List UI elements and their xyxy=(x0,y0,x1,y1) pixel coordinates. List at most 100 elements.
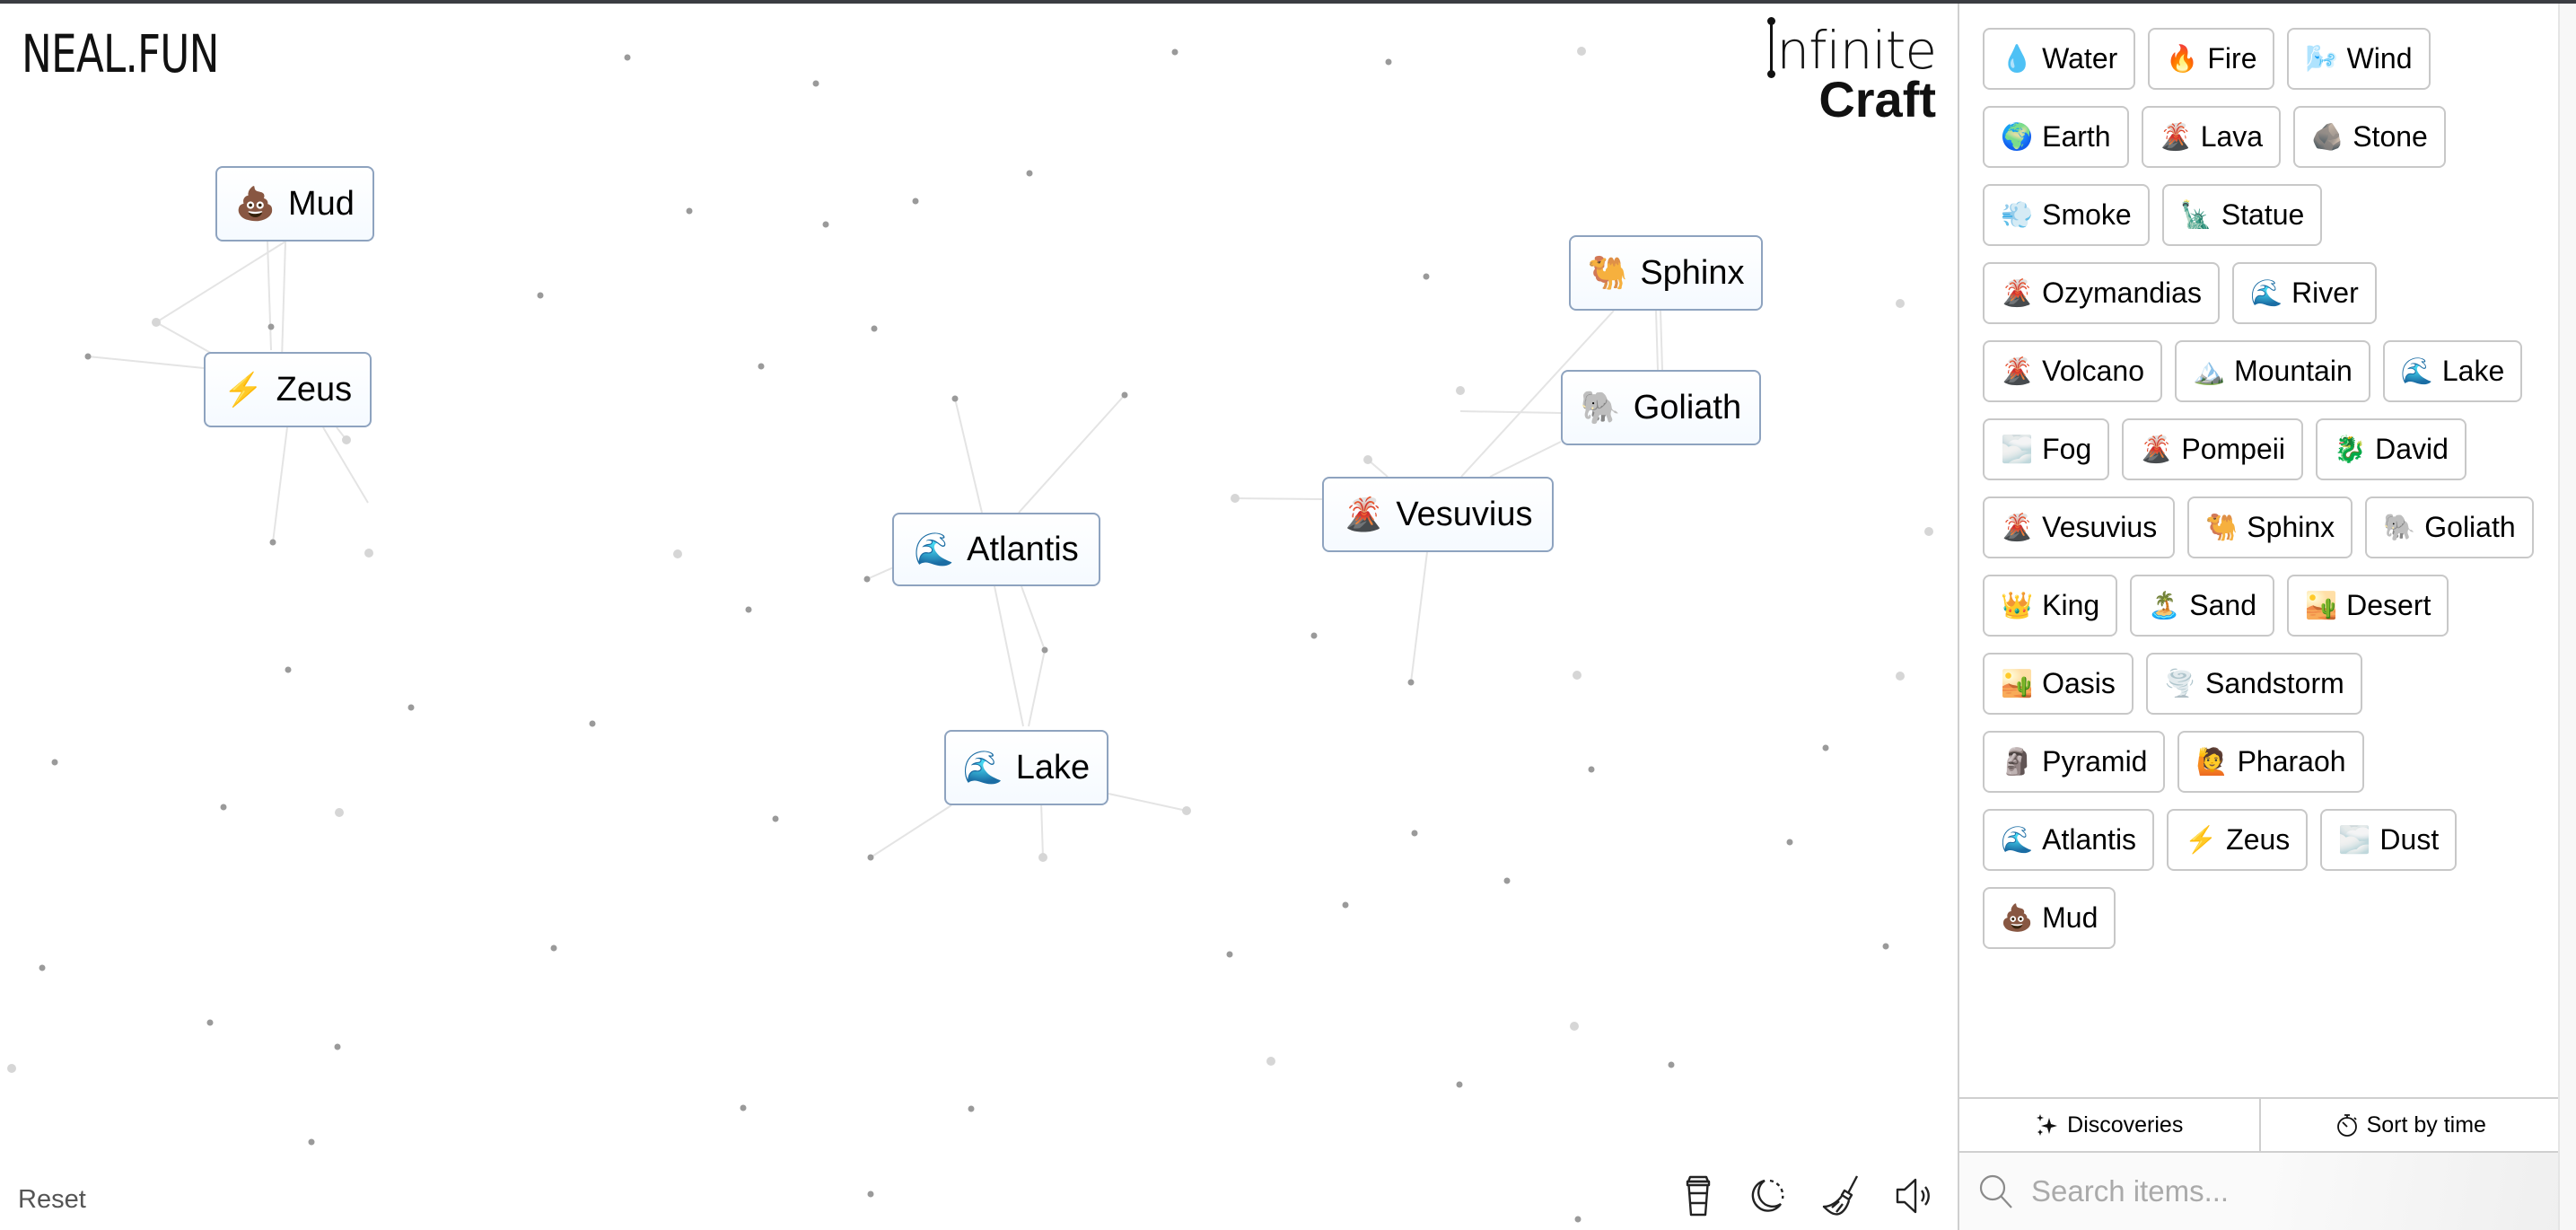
background-dot xyxy=(871,325,878,332)
connection-line xyxy=(1108,793,1187,812)
item-emoji-icon: 🐉 xyxy=(2333,435,2367,464)
background-dot xyxy=(1266,1057,1275,1066)
background-dot xyxy=(334,1043,341,1050)
tab-sort-by-time[interactable]: Sort by time xyxy=(2258,1099,2561,1151)
sidebar-item-desert[interactable]: 🏜️ Desert xyxy=(2287,575,2449,637)
item-label: Fire xyxy=(2207,42,2257,75)
item-label: Goliath xyxy=(2424,511,2516,543)
background-dot xyxy=(1577,47,1586,56)
sidebar-item-pyramid[interactable]: 🗿 Pyramid xyxy=(1983,731,2166,793)
sidebar-item-dust[interactable]: 🌫️ Dust xyxy=(2320,809,2458,871)
background-dot xyxy=(550,944,557,952)
sidebar-item-water[interactable]: 💧 Water xyxy=(1983,28,2136,90)
connection-line xyxy=(1489,441,1562,478)
canvas-item-zeus[interactable]: ⚡ Zeus xyxy=(204,352,372,427)
canvas-item-vesuvius[interactable]: 🌋 Vesuvius xyxy=(1322,477,1554,552)
scrollbar-track[interactable] xyxy=(2558,4,2576,1230)
sidebar-item-oasis[interactable]: 🏜️ Oasis xyxy=(1983,653,2134,715)
background-dot xyxy=(206,1019,214,1026)
stopwatch-icon xyxy=(2336,1114,2357,1137)
background-dot xyxy=(1411,830,1418,837)
wave-icon: 🌊 xyxy=(962,749,1003,786)
background-dot xyxy=(1456,1081,1463,1088)
sidebar-item-fog[interactable]: 🌫️ Fog xyxy=(1983,418,2110,480)
sidebar-item-sphinx[interactable]: 🐫 Sphinx xyxy=(2187,496,2353,558)
sidebar-item-stone[interactable]: 🪨 Stone xyxy=(2293,106,2446,168)
item-emoji-icon: 👑 xyxy=(2001,591,2034,620)
sparkles-icon xyxy=(2037,1114,2058,1136)
poop-icon: 💩 xyxy=(235,185,276,222)
sidebar-item-smoke[interactable]: 💨 Smoke xyxy=(1983,184,2150,246)
reset-button[interactable]: Reset xyxy=(18,1185,86,1215)
canvas-item-sphinx[interactable]: 🐫 Sphinx xyxy=(1569,235,1763,311)
sidebar-item-fire[interactable]: 🔥 Fire xyxy=(2148,28,2275,90)
item-emoji-icon: 🙋 xyxy=(2195,747,2229,777)
broom-icon xyxy=(1822,1175,1859,1216)
sidebar-item-goliath[interactable]: 🐘 Goliath xyxy=(2365,496,2534,558)
clear-canvas-button[interactable] xyxy=(1818,1167,1866,1225)
sidebar-item-pharaoh[interactable]: 🙋 Pharaoh xyxy=(2177,731,2364,793)
sidebar-item-vesuvius[interactable]: 🌋 Vesuvius xyxy=(1983,496,2176,558)
neal-fun-logo[interactable]: NEAL.FUN xyxy=(22,23,219,84)
canvas-item-goliath[interactable]: 🐘 Goliath xyxy=(1561,370,1761,445)
sidebar-item-sandstorm[interactable]: 🌪️ Sandstorm xyxy=(2145,653,2362,715)
sidebar-item-volcano[interactable]: 🌋 Volcano xyxy=(1983,340,2162,402)
search-input[interactable] xyxy=(2031,1174,2534,1208)
sidebar-item-sand[interactable]: 🏝️ Sand xyxy=(2130,575,2274,637)
item-emoji-icon: 🌋 xyxy=(2001,278,2034,308)
background-dot xyxy=(1503,877,1511,884)
item-emoji-icon: 🏜️ xyxy=(2001,669,2034,698)
coffee-button[interactable] xyxy=(1674,1167,1722,1225)
sidebar-item-statue[interactable]: 🗽 Statue xyxy=(2161,184,2323,246)
item-emoji-icon: 🌊 xyxy=(2400,356,2433,386)
item-emoji-icon: 🌋 xyxy=(2001,356,2034,386)
canvas-item-lake[interactable]: 🌊 Lake xyxy=(944,730,1108,805)
canvas-item-atlantis[interactable]: 🌊 Atlantis xyxy=(892,513,1100,586)
item-emoji-icon: 🌋 xyxy=(2001,513,2034,542)
background-dot xyxy=(1588,766,1595,773)
background-dot xyxy=(1786,839,1793,846)
background-dot xyxy=(51,759,58,766)
tab-label: Sort by time xyxy=(2366,1111,2486,1138)
dark-mode-button[interactable] xyxy=(1741,1167,1790,1225)
item-label: Water xyxy=(2042,42,2118,75)
canvas-item-label: Zeus xyxy=(276,370,353,409)
tab-discoveries[interactable]: Discoveries xyxy=(1959,1099,2259,1151)
background-dot xyxy=(308,1138,315,1146)
text-cursor-icon xyxy=(1767,17,1776,78)
connection-line xyxy=(267,241,272,351)
sidebar-item-mountain[interactable]: 🏔️ Mountain xyxy=(2174,340,2370,402)
background-dot xyxy=(740,1104,747,1111)
item-emoji-icon: 🔥 xyxy=(2166,44,2199,74)
background-dot xyxy=(1363,455,1372,464)
connection-line xyxy=(272,426,288,543)
sidebar-item-lake[interactable]: 🌊 Lake xyxy=(2382,340,2523,402)
item-label: Mountain xyxy=(2234,355,2353,387)
item-label: Ozymandias xyxy=(2042,277,2202,309)
item-label: Statue xyxy=(2221,198,2305,231)
sidebar-item-wind[interactable]: 🌬️ Wind xyxy=(2287,28,2431,90)
background-dot xyxy=(745,606,752,613)
sidebar-item-pompeii[interactable]: 🌋 Pompeii xyxy=(2122,418,2303,480)
sidebar-item-king[interactable]: 👑 King xyxy=(1983,575,2118,637)
canvas-item-label: Goliath xyxy=(1633,388,1742,426)
brand-line2: Craft xyxy=(1818,71,1936,127)
craft-canvas[interactable]: NEAL.FUN nfinite Craft 💩 Mud ⚡ Zeus 🌊 At… xyxy=(0,4,1958,1230)
sidebar-item-david[interactable]: 🐉 David xyxy=(2315,418,2466,480)
sidebar-item-lava[interactable]: 🌋 Lava xyxy=(2141,106,2282,168)
background-dot xyxy=(912,198,919,205)
sidebar-item-earth[interactable]: 🌍 Earth xyxy=(1983,106,2129,168)
sidebar-item-atlantis[interactable]: 🌊 Atlantis xyxy=(1983,809,2155,871)
sidebar-item-ozymandias[interactable]: 🌋 Ozymandias xyxy=(1983,262,2220,324)
background-dot xyxy=(1896,299,1905,308)
item-emoji-icon: 💩 xyxy=(2001,903,2034,933)
sound-toggle-button[interactable] xyxy=(1890,1167,1939,1225)
connection-line xyxy=(1018,394,1126,514)
connection-line xyxy=(155,321,216,356)
sidebar-item-mud[interactable]: 💩 Mud xyxy=(1983,887,2116,949)
canvas-item-mud[interactable]: 💩 Mud xyxy=(215,166,374,242)
item-emoji-icon: 🌋 xyxy=(2140,435,2173,464)
background-dot xyxy=(7,1064,16,1073)
sidebar-item-zeus[interactable]: ⚡ Zeus xyxy=(2167,809,2309,871)
sidebar-item-river[interactable]: 🌊 River xyxy=(2231,262,2377,324)
